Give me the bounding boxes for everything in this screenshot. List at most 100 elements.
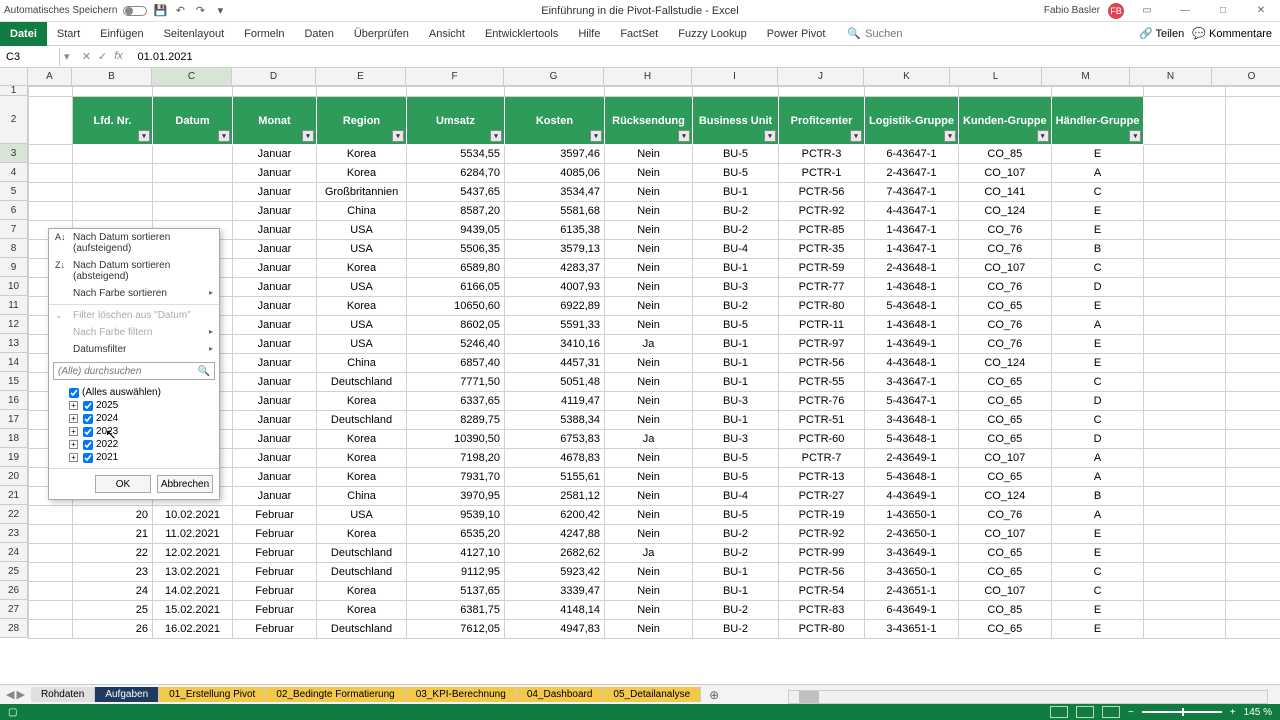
cell[interactable] (1144, 164, 1226, 183)
cell[interactable]: CO_65 (958, 297, 1051, 316)
cell[interactable]: PCTR-60 (779, 430, 865, 449)
cell[interactable]: Nein (605, 525, 693, 544)
year-checkbox[interactable] (83, 414, 93, 424)
sheet-nav-next-icon[interactable]: ▶ (16, 688, 24, 701)
cell[interactable]: Ja (605, 544, 693, 563)
cell[interactable] (1144, 145, 1226, 164)
row-header[interactable]: 20 (0, 467, 28, 486)
cell[interactable] (1226, 506, 1280, 525)
user-name[interactable]: Fabio Basler (1044, 5, 1100, 16)
cell[interactable]: E (1051, 145, 1144, 164)
ribbon-tab-hilfe[interactable]: Hilfe (568, 22, 610, 46)
cell[interactable]: CO_76 (958, 506, 1051, 525)
cell[interactable]: E (1051, 525, 1144, 544)
cell[interactable]: 3-43651-1 (865, 620, 959, 639)
cell[interactable]: CO_76 (958, 221, 1051, 240)
cell[interactable]: BU-1 (693, 411, 779, 430)
cell[interactable]: Januar (233, 183, 317, 202)
page-break-view-icon[interactable] (1102, 706, 1120, 718)
cell[interactable]: C (1051, 411, 1144, 430)
cell[interactable]: 6337,65 (407, 392, 505, 411)
cell[interactable]: CO_65 (958, 544, 1051, 563)
cell[interactable]: 4-43647-1 (865, 202, 959, 221)
cell[interactable]: BU-5 (693, 468, 779, 487)
cell[interactable]: PCTR-59 (779, 259, 865, 278)
cell[interactable] (1226, 373, 1280, 392)
cell[interactable]: 20 (73, 506, 153, 525)
cell[interactable]: Nein (605, 202, 693, 221)
cell[interactable]: PCTR-3 (779, 145, 865, 164)
cell[interactable]: 12.02.2021 (153, 544, 233, 563)
cell[interactable]: China (317, 202, 407, 221)
cell[interactable]: Nein (605, 240, 693, 259)
cell[interactable]: C (1051, 183, 1144, 202)
ribbon-tab-factset[interactable]: FactSet (610, 22, 668, 46)
cell[interactable]: 2-43650-1 (865, 525, 959, 544)
cell[interactable]: Nein (605, 468, 693, 487)
cell[interactable] (1226, 430, 1280, 449)
cell[interactable]: C (1051, 582, 1144, 601)
cell[interactable] (1226, 183, 1280, 202)
cell[interactable]: Januar (233, 145, 317, 164)
cell[interactable] (1144, 316, 1226, 335)
cell[interactable] (1144, 183, 1226, 202)
cell[interactable]: 2-43649-1 (865, 449, 959, 468)
cell[interactable]: Nein (605, 563, 693, 582)
cell[interactable]: C (1051, 259, 1144, 278)
cell[interactable] (1226, 411, 1280, 430)
cell[interactable]: USA (317, 335, 407, 354)
row-header[interactable]: 28 (0, 619, 28, 638)
cell[interactable] (1144, 392, 1226, 411)
ribbon-tab-formeln[interactable]: Formeln (234, 22, 294, 46)
cell[interactable]: 1-43647-1 (865, 240, 959, 259)
cell[interactable]: 7771,50 (407, 373, 505, 392)
row-header[interactable]: 13 (0, 334, 28, 353)
cell[interactable]: 4457,31 (505, 354, 605, 373)
cell[interactable]: BU-1 (693, 335, 779, 354)
table-header[interactable]: Business Unit▾ (693, 97, 779, 145)
ribbon-tab-fuzzy lookup[interactable]: Fuzzy Lookup (668, 22, 756, 46)
cell[interactable]: 13.02.2021 (153, 563, 233, 582)
user-avatar[interactable]: FB (1108, 3, 1124, 19)
cell[interactable]: Nein (605, 183, 693, 202)
filter-dropdown-icon[interactable]: ▾ (302, 130, 314, 142)
cell[interactable]: CO_65 (958, 563, 1051, 582)
row-header[interactable]: 12 (0, 315, 28, 334)
fx-icon[interactable]: fx (112, 50, 126, 63)
row-header[interactable]: 10 (0, 277, 28, 296)
cell[interactable] (1144, 449, 1226, 468)
close-button[interactable]: ✕ (1246, 0, 1276, 22)
cell[interactable]: Nein (605, 259, 693, 278)
cell[interactable] (1226, 202, 1280, 221)
cell[interactable]: Korea (317, 164, 407, 183)
cell[interactable]: E (1051, 297, 1144, 316)
cell[interactable]: PCTR-19 (779, 506, 865, 525)
cell[interactable]: China (317, 354, 407, 373)
cell[interactable]: A (1051, 506, 1144, 525)
cell[interactable]: 5246,40 (407, 335, 505, 354)
column-header[interactable]: I (692, 68, 778, 86)
cell[interactable] (1144, 544, 1226, 563)
cell[interactable]: PCTR-56 (779, 354, 865, 373)
cell[interactable]: Nein (605, 582, 693, 601)
cell[interactable]: C (1051, 373, 1144, 392)
cell[interactable] (1226, 335, 1280, 354)
cell[interactable]: 22 (73, 544, 153, 563)
cell[interactable]: 4127,10 (407, 544, 505, 563)
cell[interactable] (29, 202, 73, 221)
sheet-tab[interactable]: 04_Dashboard (517, 687, 604, 702)
cell[interactable]: Deutschland (317, 620, 407, 639)
cell[interactable]: Korea (317, 468, 407, 487)
cell[interactable]: Deutschland (317, 563, 407, 582)
cell[interactable]: Nein (605, 620, 693, 639)
expand-icon[interactable]: + (69, 401, 78, 410)
cell[interactable]: PCTR-76 (779, 392, 865, 411)
cell[interactable]: 6166,05 (407, 278, 505, 297)
cell[interactable]: USA (317, 240, 407, 259)
filter-year-item[interactable]: +2025 (69, 399, 211, 412)
sort-by-color[interactable]: Nach Farbe sortieren▸ (49, 285, 219, 302)
cell[interactable]: BU-1 (693, 563, 779, 582)
row-header[interactable]: 11 (0, 296, 28, 315)
row-header[interactable]: 1 (0, 86, 28, 96)
row-header[interactable]: 6 (0, 201, 28, 220)
